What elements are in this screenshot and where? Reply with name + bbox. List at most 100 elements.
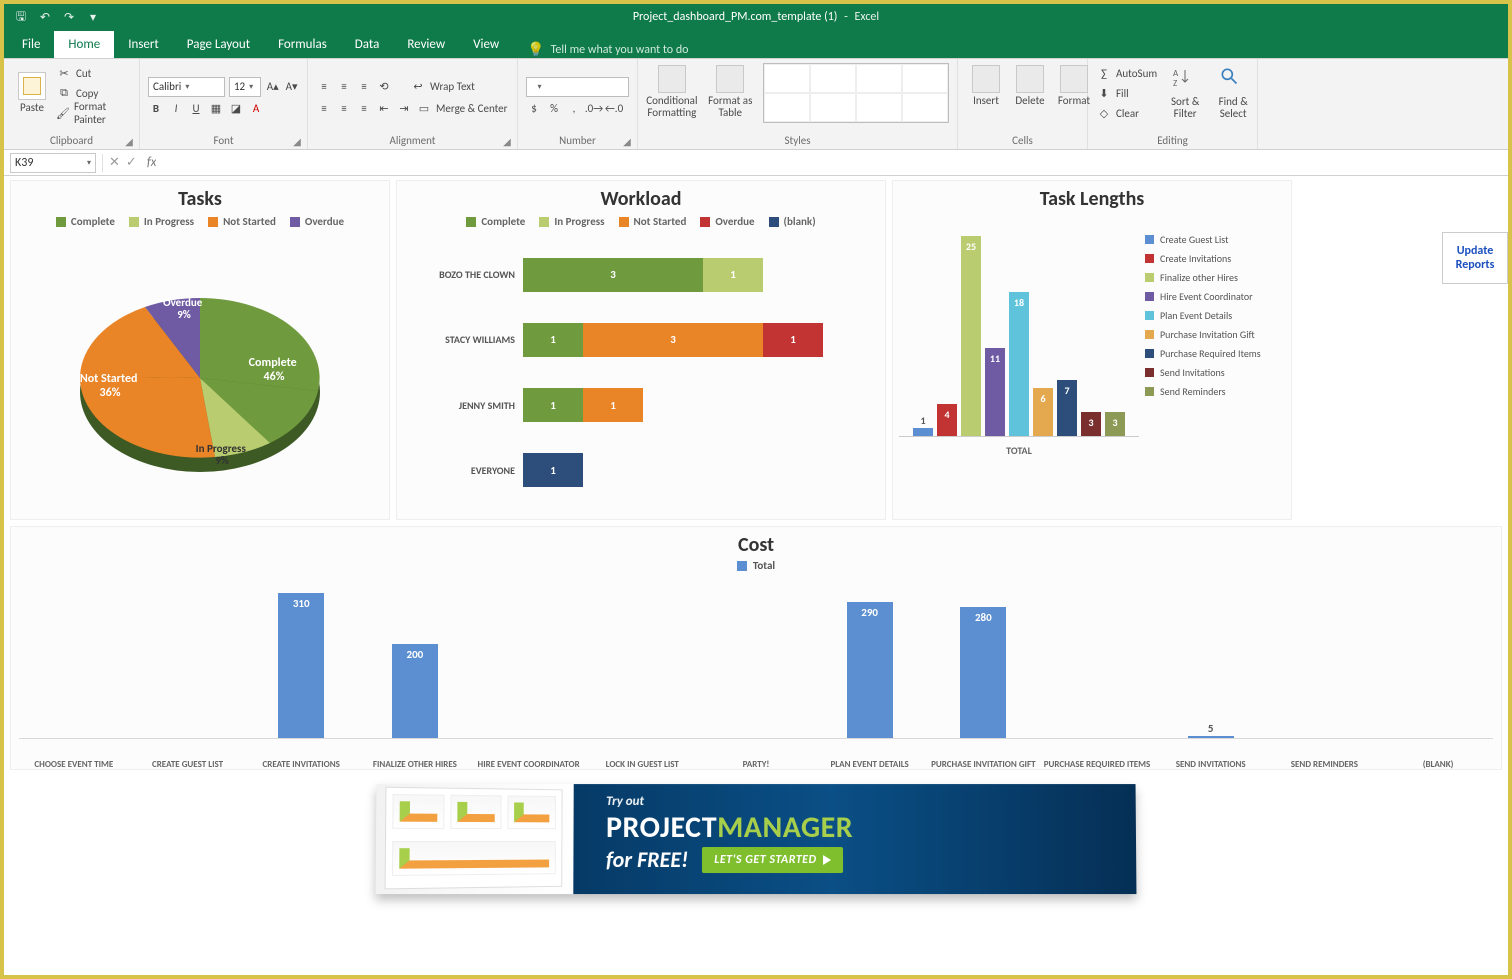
merge-icon: ▭	[416, 101, 432, 117]
legend-item: Purchase Invitation Gift	[1145, 328, 1285, 341]
tab-page-layout[interactable]: Page Layout	[173, 31, 264, 58]
cost-xlabel: CHOOSE EVENT TIME	[19, 760, 129, 769]
align-middle-icon[interactable]: ≡	[336, 79, 352, 95]
legend-item: Purchase Required Items	[1145, 347, 1285, 360]
group-label-clipboard: Clipboard ◢	[12, 132, 131, 147]
merge-center-button[interactable]: Merge & Center	[436, 102, 508, 115]
dialog-launcher-icon[interactable]: ◢	[621, 135, 633, 147]
tell-me[interactable]: 💡 Tell me what you want to do	[513, 41, 688, 58]
underline-icon[interactable]: U	[188, 101, 204, 117]
formula-input[interactable]	[156, 153, 1508, 173]
indent-decrease-icon[interactable]: ⇤	[376, 101, 392, 117]
tasklengths-bar: 18	[1009, 292, 1029, 436]
ribbon-display-icon[interactable]	[1378, 7, 1406, 27]
group-number: ▾ $ % , .0→ ←.0 Number◢	[518, 59, 638, 149]
promo-banner[interactable]: Try out PROJECTMANAGER for FREE! LET'S G…	[376, 784, 1137, 894]
save-icon[interactable]: 🖫	[10, 7, 32, 27]
cost-xlabel: PARTY!	[701, 760, 811, 769]
workload-row: BOZO THE CLOWN 3 1	[405, 258, 861, 292]
paste-icon	[18, 72, 46, 100]
font-size-combo[interactable]: 12▾	[229, 77, 261, 97]
fill-button[interactable]: ⬇Fill	[1096, 83, 1157, 103]
number-format-combo[interactable]: ▾	[526, 77, 629, 97]
legend-item: Send Invitations	[1145, 366, 1285, 379]
insert-cells-button[interactable]: Insert	[966, 63, 1006, 109]
undo-icon[interactable]: ↶	[34, 7, 56, 27]
tab-home[interactable]: Home	[54, 31, 114, 58]
dialog-launcher-icon[interactable]: ◢	[123, 135, 135, 147]
clear-button[interactable]: ◇Clear	[1096, 103, 1157, 123]
percent-icon[interactable]: %	[546, 101, 562, 117]
tab-formulas[interactable]: Formulas	[264, 31, 341, 58]
autosum-button[interactable]: ∑AutoSum	[1096, 63, 1157, 83]
close-icon[interactable]	[1474, 7, 1502, 27]
enter-icon[interactable]: ✓	[126, 155, 137, 170]
tab-review[interactable]: Review	[393, 31, 459, 58]
quick-access-toolbar: 🖫 ↶ ↷ ▾	[10, 7, 104, 27]
name-box[interactable]: K39▾	[10, 153, 96, 173]
decrease-font-icon[interactable]: A▾	[284, 79, 299, 95]
align-center-icon[interactable]: ≡	[336, 101, 352, 117]
find-select-button[interactable]: Find & Select	[1213, 64, 1253, 122]
scissors-icon: ✂	[56, 65, 72, 81]
titlebar: 🖫 ↶ ↷ ▾ Project_dashboard_PM.com_templat…	[4, 4, 1508, 30]
comma-icon[interactable]: ,	[566, 101, 582, 117]
align-top-icon[interactable]: ≡	[316, 79, 332, 95]
font-color-icon[interactable]: A	[248, 101, 264, 117]
svg-text:Z: Z	[1173, 78, 1177, 89]
border-icon[interactable]: ▦	[208, 101, 224, 117]
tab-insert[interactable]: Insert	[114, 31, 173, 58]
tab-file[interactable]: File	[8, 31, 54, 58]
decimal-increase-icon[interactable]: .0→	[586, 101, 602, 117]
legend-item: Finalize other Hires	[1145, 271, 1285, 284]
tab-data[interactable]: Data	[341, 31, 394, 58]
cancel-icon[interactable]: ✕	[109, 155, 120, 170]
cut-button[interactable]: ✂ Cut	[56, 63, 131, 83]
minimize-icon[interactable]	[1410, 7, 1438, 27]
italic-icon[interactable]: I	[168, 101, 184, 117]
workload-row: EVERYONE 1	[405, 453, 861, 487]
orientation-icon[interactable]: ⟲	[376, 79, 392, 95]
cost-bar: 290	[815, 602, 925, 738]
fx-icon[interactable]: fx	[147, 155, 157, 170]
font-family-combo[interactable]: Calibri▾	[148, 77, 225, 97]
workload-title: Workload	[397, 181, 885, 213]
tasks-chart-card: Tasks Complete In Progress Not Started O…	[10, 180, 390, 520]
align-right-icon[interactable]: ≡	[356, 101, 372, 117]
sigma-icon: ∑	[1096, 65, 1112, 81]
bold-icon[interactable]: B	[148, 101, 164, 117]
paste-button[interactable]: Paste	[12, 70, 52, 116]
dialog-launcher-icon[interactable]: ◢	[501, 135, 513, 147]
tasks-title: Tasks	[11, 181, 389, 213]
delete-cells-button[interactable]: Delete	[1010, 63, 1050, 109]
sort-filter-button[interactable]: AZ Sort & Filter	[1165, 64, 1205, 122]
update-reports-button[interactable]: Update Reports	[1442, 232, 1508, 284]
maximize-icon[interactable]	[1442, 7, 1470, 27]
tab-view[interactable]: View	[459, 31, 513, 58]
cell-styles-gallery[interactable]	[763, 63, 949, 123]
currency-icon[interactable]: $	[526, 101, 542, 117]
redo-icon[interactable]: ↷	[58, 7, 80, 27]
decimal-decrease-icon[interactable]: ←.0	[606, 101, 622, 117]
wrap-text-icon: ↩	[410, 79, 426, 95]
swatch-inprogress	[129, 217, 139, 227]
formula-bar: K39▾ ✕ ✓ fx	[4, 150, 1508, 176]
wrap-text-button[interactable]: Wrap Text	[430, 80, 475, 93]
format-as-table-button[interactable]: Format as Table	[708, 63, 753, 121]
ribbon: Paste ✂ Cut ⧉ Copy 🖌 Format Painter Clip…	[4, 58, 1508, 150]
indent-increase-icon[interactable]: ⇥	[396, 101, 412, 117]
banner-cta-button[interactable]: LET'S GET STARTED	[702, 847, 842, 873]
format-painter-button[interactable]: 🖌 Format Painter	[56, 103, 131, 123]
cost-xlabel: PURCHASE REQUIRED ITEMS	[1042, 760, 1152, 769]
banner-line1: Try out	[606, 794, 853, 809]
worksheet[interactable]: Update Reports Tasks Complete In Progres…	[4, 176, 1508, 975]
swatch-notstarted	[208, 217, 218, 227]
align-left-icon[interactable]: ≡	[316, 101, 332, 117]
cost-xlabel: HIRE EVENT COORDINATOR	[474, 760, 584, 769]
dialog-launcher-icon[interactable]: ◢	[291, 135, 303, 147]
qat-customize-icon[interactable]: ▾	[82, 7, 104, 27]
align-bottom-icon[interactable]: ≡	[356, 79, 372, 95]
conditional-formatting-button[interactable]: Conditional Formatting	[646, 63, 698, 121]
fill-color-icon[interactable]: ◪	[228, 101, 244, 117]
increase-font-icon[interactable]: A▴	[265, 79, 280, 95]
